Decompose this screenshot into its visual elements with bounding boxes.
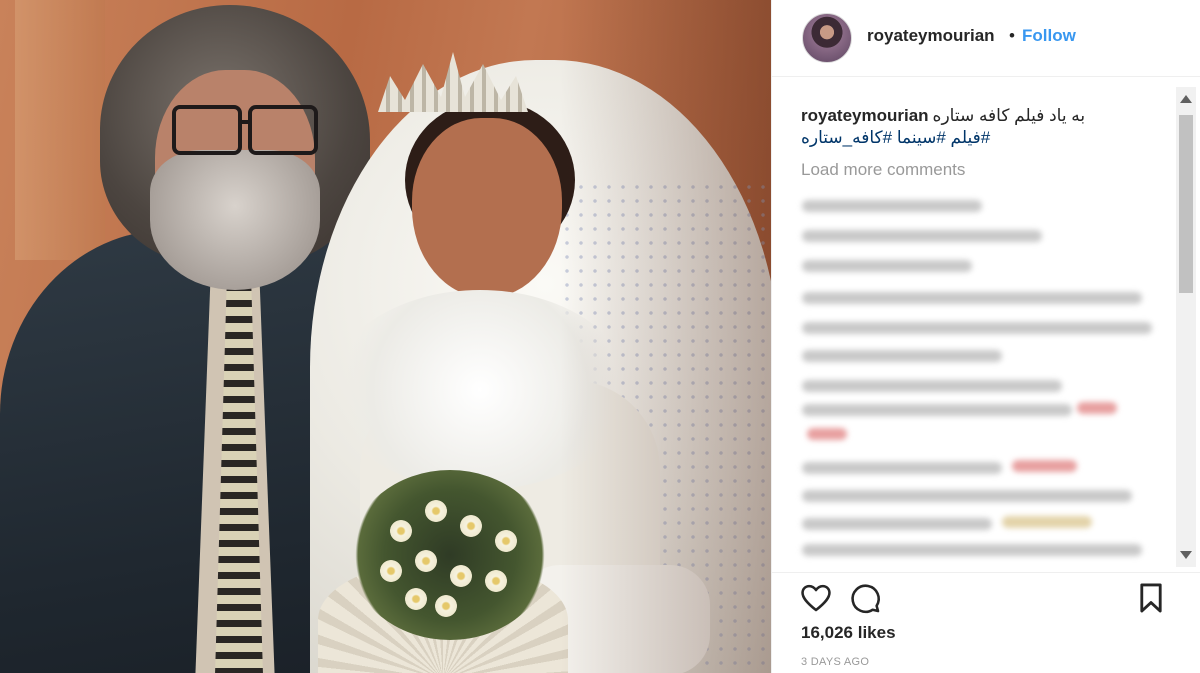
post-photo[interactable] (0, 0, 771, 673)
load-more-comments-link[interactable]: Load more comments (801, 160, 965, 180)
comment-line (802, 200, 982, 212)
scrollbar-thumb[interactable] (1179, 115, 1193, 293)
photo-bride-face (412, 118, 562, 298)
comment-line (802, 260, 972, 272)
comment-line (802, 292, 1142, 304)
caption-hashtags[interactable]: #فیلم #سینما #کافه_ستاره (801, 128, 990, 148)
photo-flower (485, 570, 507, 592)
caption-text: به یاد فیلم کافه ستاره (932, 106, 1086, 125)
separator-dot: • (1009, 26, 1015, 45)
action-bar (772, 572, 1200, 625)
photo-flower (495, 530, 517, 552)
comment-emoji (1002, 516, 1092, 528)
photo-glasses-left (172, 105, 242, 155)
scroll-up-arrow-icon[interactable] (1180, 95, 1192, 103)
comment-bubble-icon[interactable] (848, 581, 882, 615)
photo-flower (380, 560, 402, 582)
caption-username[interactable]: royateymourian (801, 106, 929, 125)
photo-shadow (560, 0, 771, 673)
avatar[interactable] (802, 13, 852, 63)
scroll-down-arrow-icon[interactable] (1180, 551, 1192, 559)
comment-emoji (1077, 402, 1117, 414)
photo-bouquet (350, 470, 550, 640)
comment-line (802, 462, 1002, 474)
post-sidebar: royateymourian • Follow royateymourian به… (771, 0, 1200, 673)
post-timestamp[interactable]: 3 DAYS AGO (801, 656, 869, 668)
bookmark-icon[interactable] (1134, 581, 1168, 615)
comment-line (802, 322, 1152, 334)
comment-line (802, 544, 1142, 556)
post-header: royateymourian • Follow (772, 0, 1200, 77)
comment-emoji (1012, 460, 1077, 472)
comment-emoji (807, 428, 847, 440)
photo-flower (415, 550, 437, 572)
photo-glasses-bridge (238, 120, 252, 124)
comment-line (802, 404, 1072, 416)
photo-man-beard (150, 150, 320, 290)
header-username[interactable]: royateymourian (867, 26, 995, 46)
comment-line (802, 490, 1132, 502)
photo-flower (425, 500, 447, 522)
comment-line (802, 350, 1002, 362)
photo-flower (390, 520, 412, 542)
like-count[interactable]: 16,026 likes (801, 623, 896, 643)
comment-list (787, 182, 1167, 570)
photo-flower (435, 595, 457, 617)
photo-glasses-right (248, 105, 318, 155)
follow-button[interactable]: Follow (1022, 26, 1076, 46)
comment-line (802, 380, 1062, 392)
photo-flower (460, 515, 482, 537)
comment-line (802, 230, 1042, 242)
photo-flower (405, 588, 427, 610)
heart-icon[interactable] (799, 581, 833, 615)
photo-background-door (15, 0, 105, 260)
photo-flower (450, 565, 472, 587)
comment-line (802, 518, 992, 530)
comments-scrollbar[interactable] (1176, 87, 1196, 567)
post-caption: royateymourian به یاد فیلم کافه ستاره (801, 103, 1161, 129)
